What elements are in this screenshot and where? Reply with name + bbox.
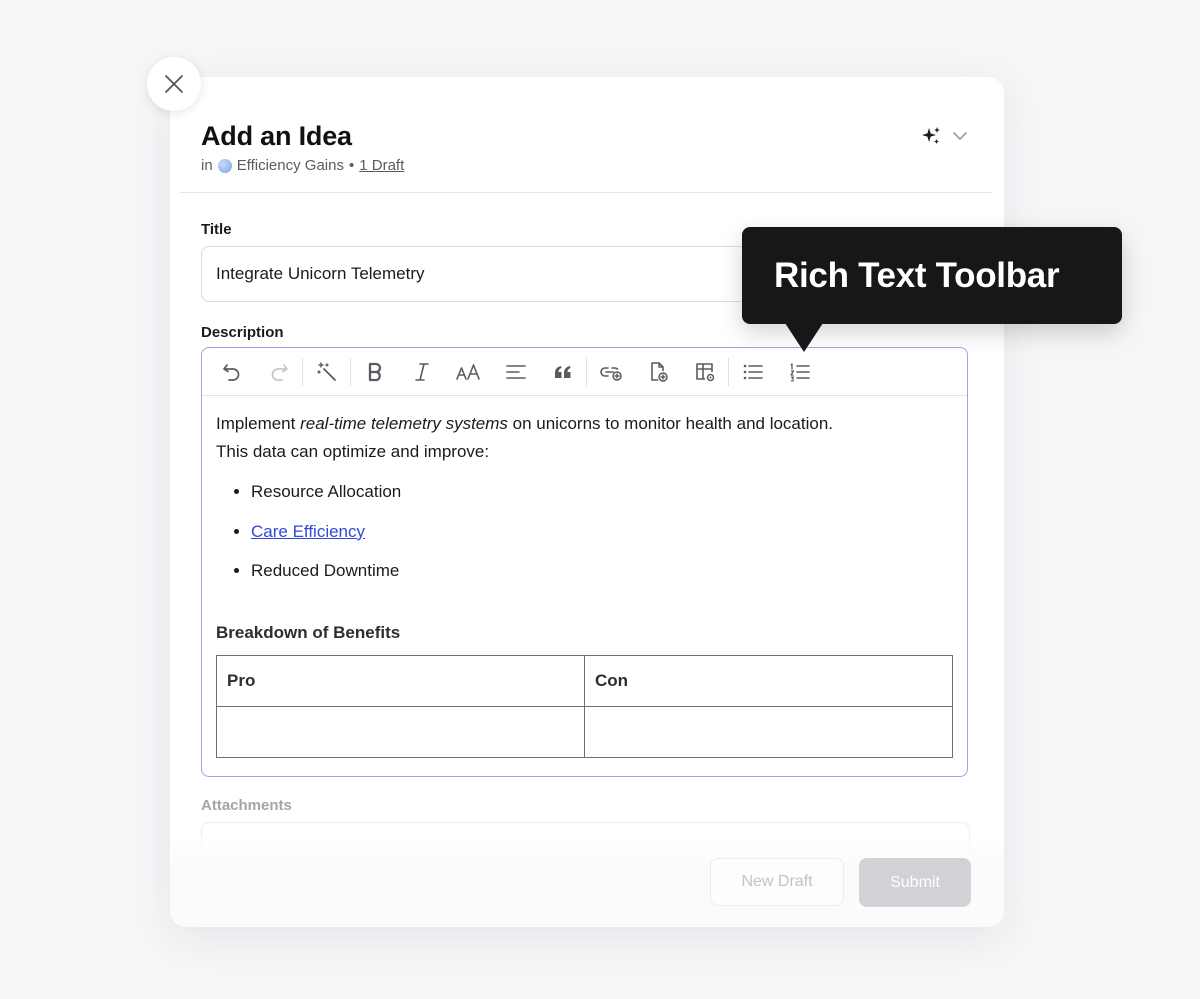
list-item: Reduced Downtime bbox=[251, 557, 953, 585]
undo-icon bbox=[222, 363, 239, 381]
sparkle-icon bbox=[922, 127, 940, 144]
description-intro: Implement real-time telemetry systems on… bbox=[216, 414, 834, 433]
modal-title: Add an Idea bbox=[201, 121, 352, 151]
space-icon bbox=[217, 158, 232, 173]
bold-button[interactable] bbox=[351, 352, 398, 392]
numbered-list-button[interactable] bbox=[776, 352, 823, 392]
insert-table-icon bbox=[695, 362, 714, 381]
table-cell[interactable] bbox=[584, 706, 953, 758]
attachments-label: Attachments bbox=[201, 797, 292, 814]
text-size-button[interactable] bbox=[445, 352, 492, 392]
draft-link[interactable]: 1 Draft bbox=[359, 157, 404, 174]
insert-table-button[interactable] bbox=[681, 352, 728, 392]
header-divider bbox=[180, 192, 992, 193]
insert-file-button[interactable] bbox=[634, 352, 681, 392]
description-intro-line2: This data can optimize and improve: bbox=[216, 442, 490, 461]
modal-subtitle: in Efficiency Gains • 1 Draft bbox=[201, 157, 404, 174]
benefits-table: Pro Con bbox=[216, 655, 953, 758]
magic-wand-icon bbox=[316, 361, 336, 381]
insert-link-button[interactable] bbox=[587, 352, 634, 392]
table-header-row: Pro Con bbox=[216, 655, 953, 707]
italic-text: real-time telemetry systems bbox=[300, 414, 508, 433]
title-label: Title bbox=[201, 221, 232, 238]
ai-rewrite-button[interactable] bbox=[303, 352, 350, 392]
table-header-cell[interactable]: Pro bbox=[216, 655, 585, 707]
italic-icon bbox=[414, 362, 429, 381]
text-size-icon bbox=[455, 363, 480, 380]
quote-button[interactable] bbox=[539, 352, 586, 392]
undo-button[interactable] bbox=[208, 352, 255, 392]
table-row bbox=[216, 706, 953, 758]
table-cell[interactable] bbox=[216, 706, 585, 758]
redo-button[interactable] bbox=[255, 352, 302, 392]
space-name[interactable]: Efficiency Gains bbox=[237, 157, 344, 174]
title-input-value: Integrate Unicorn Telemetry bbox=[216, 264, 425, 283]
subtitle-prefix: in bbox=[201, 157, 213, 174]
submit-button[interactable]: Submit bbox=[859, 858, 971, 907]
bulleted-list-button[interactable] bbox=[729, 352, 776, 392]
ai-assist-button[interactable] bbox=[920, 125, 968, 147]
rich-text-editor[interactable]: Implement real-time telemetry systems on… bbox=[201, 347, 968, 777]
insert-file-icon bbox=[650, 361, 668, 382]
add-idea-modal: Add an Idea in Efficiency Gains • 1 Draf… bbox=[170, 77, 1004, 927]
rich-text-toolbar-tooltip: Rich Text Toolbar bbox=[742, 227, 1122, 324]
editor-content[interactable]: Implement real-time telemetry systems on… bbox=[202, 396, 967, 758]
modal-footer: New Draft Submit bbox=[170, 837, 1004, 927]
description-label: Description bbox=[201, 324, 284, 341]
tooltip-arrow bbox=[785, 323, 823, 352]
quote-icon bbox=[554, 365, 570, 378]
title-input[interactable]: Integrate Unicorn Telemetry bbox=[201, 246, 761, 302]
subtitle-separator: • bbox=[348, 157, 355, 174]
bold-icon bbox=[368, 362, 381, 381]
care-efficiency-link[interactable]: Care Efficiency bbox=[251, 522, 365, 541]
insert-link-icon bbox=[599, 366, 622, 381]
rich-text-toolbar bbox=[202, 348, 967, 396]
bulleted-list-icon bbox=[743, 364, 763, 379]
italic-button[interactable] bbox=[398, 352, 445, 392]
table-header-cell[interactable]: Con bbox=[584, 655, 953, 707]
chevron-down-icon bbox=[953, 132, 967, 141]
align-button[interactable] bbox=[492, 352, 539, 392]
list-item: Resource Allocation bbox=[251, 478, 953, 506]
list-item: Care Efficiency bbox=[251, 518, 953, 546]
close-button[interactable] bbox=[147, 57, 201, 111]
benefits-list: Resource Allocation Care Efficiency Redu… bbox=[216, 478, 953, 585]
new-draft-button[interactable]: New Draft bbox=[710, 858, 844, 906]
redo-icon bbox=[271, 363, 288, 381]
align-icon bbox=[505, 364, 526, 379]
numbered-list-icon bbox=[789, 362, 810, 382]
close-icon bbox=[165, 75, 183, 93]
benefits-heading: Breakdown of Benefits bbox=[216, 623, 401, 642]
